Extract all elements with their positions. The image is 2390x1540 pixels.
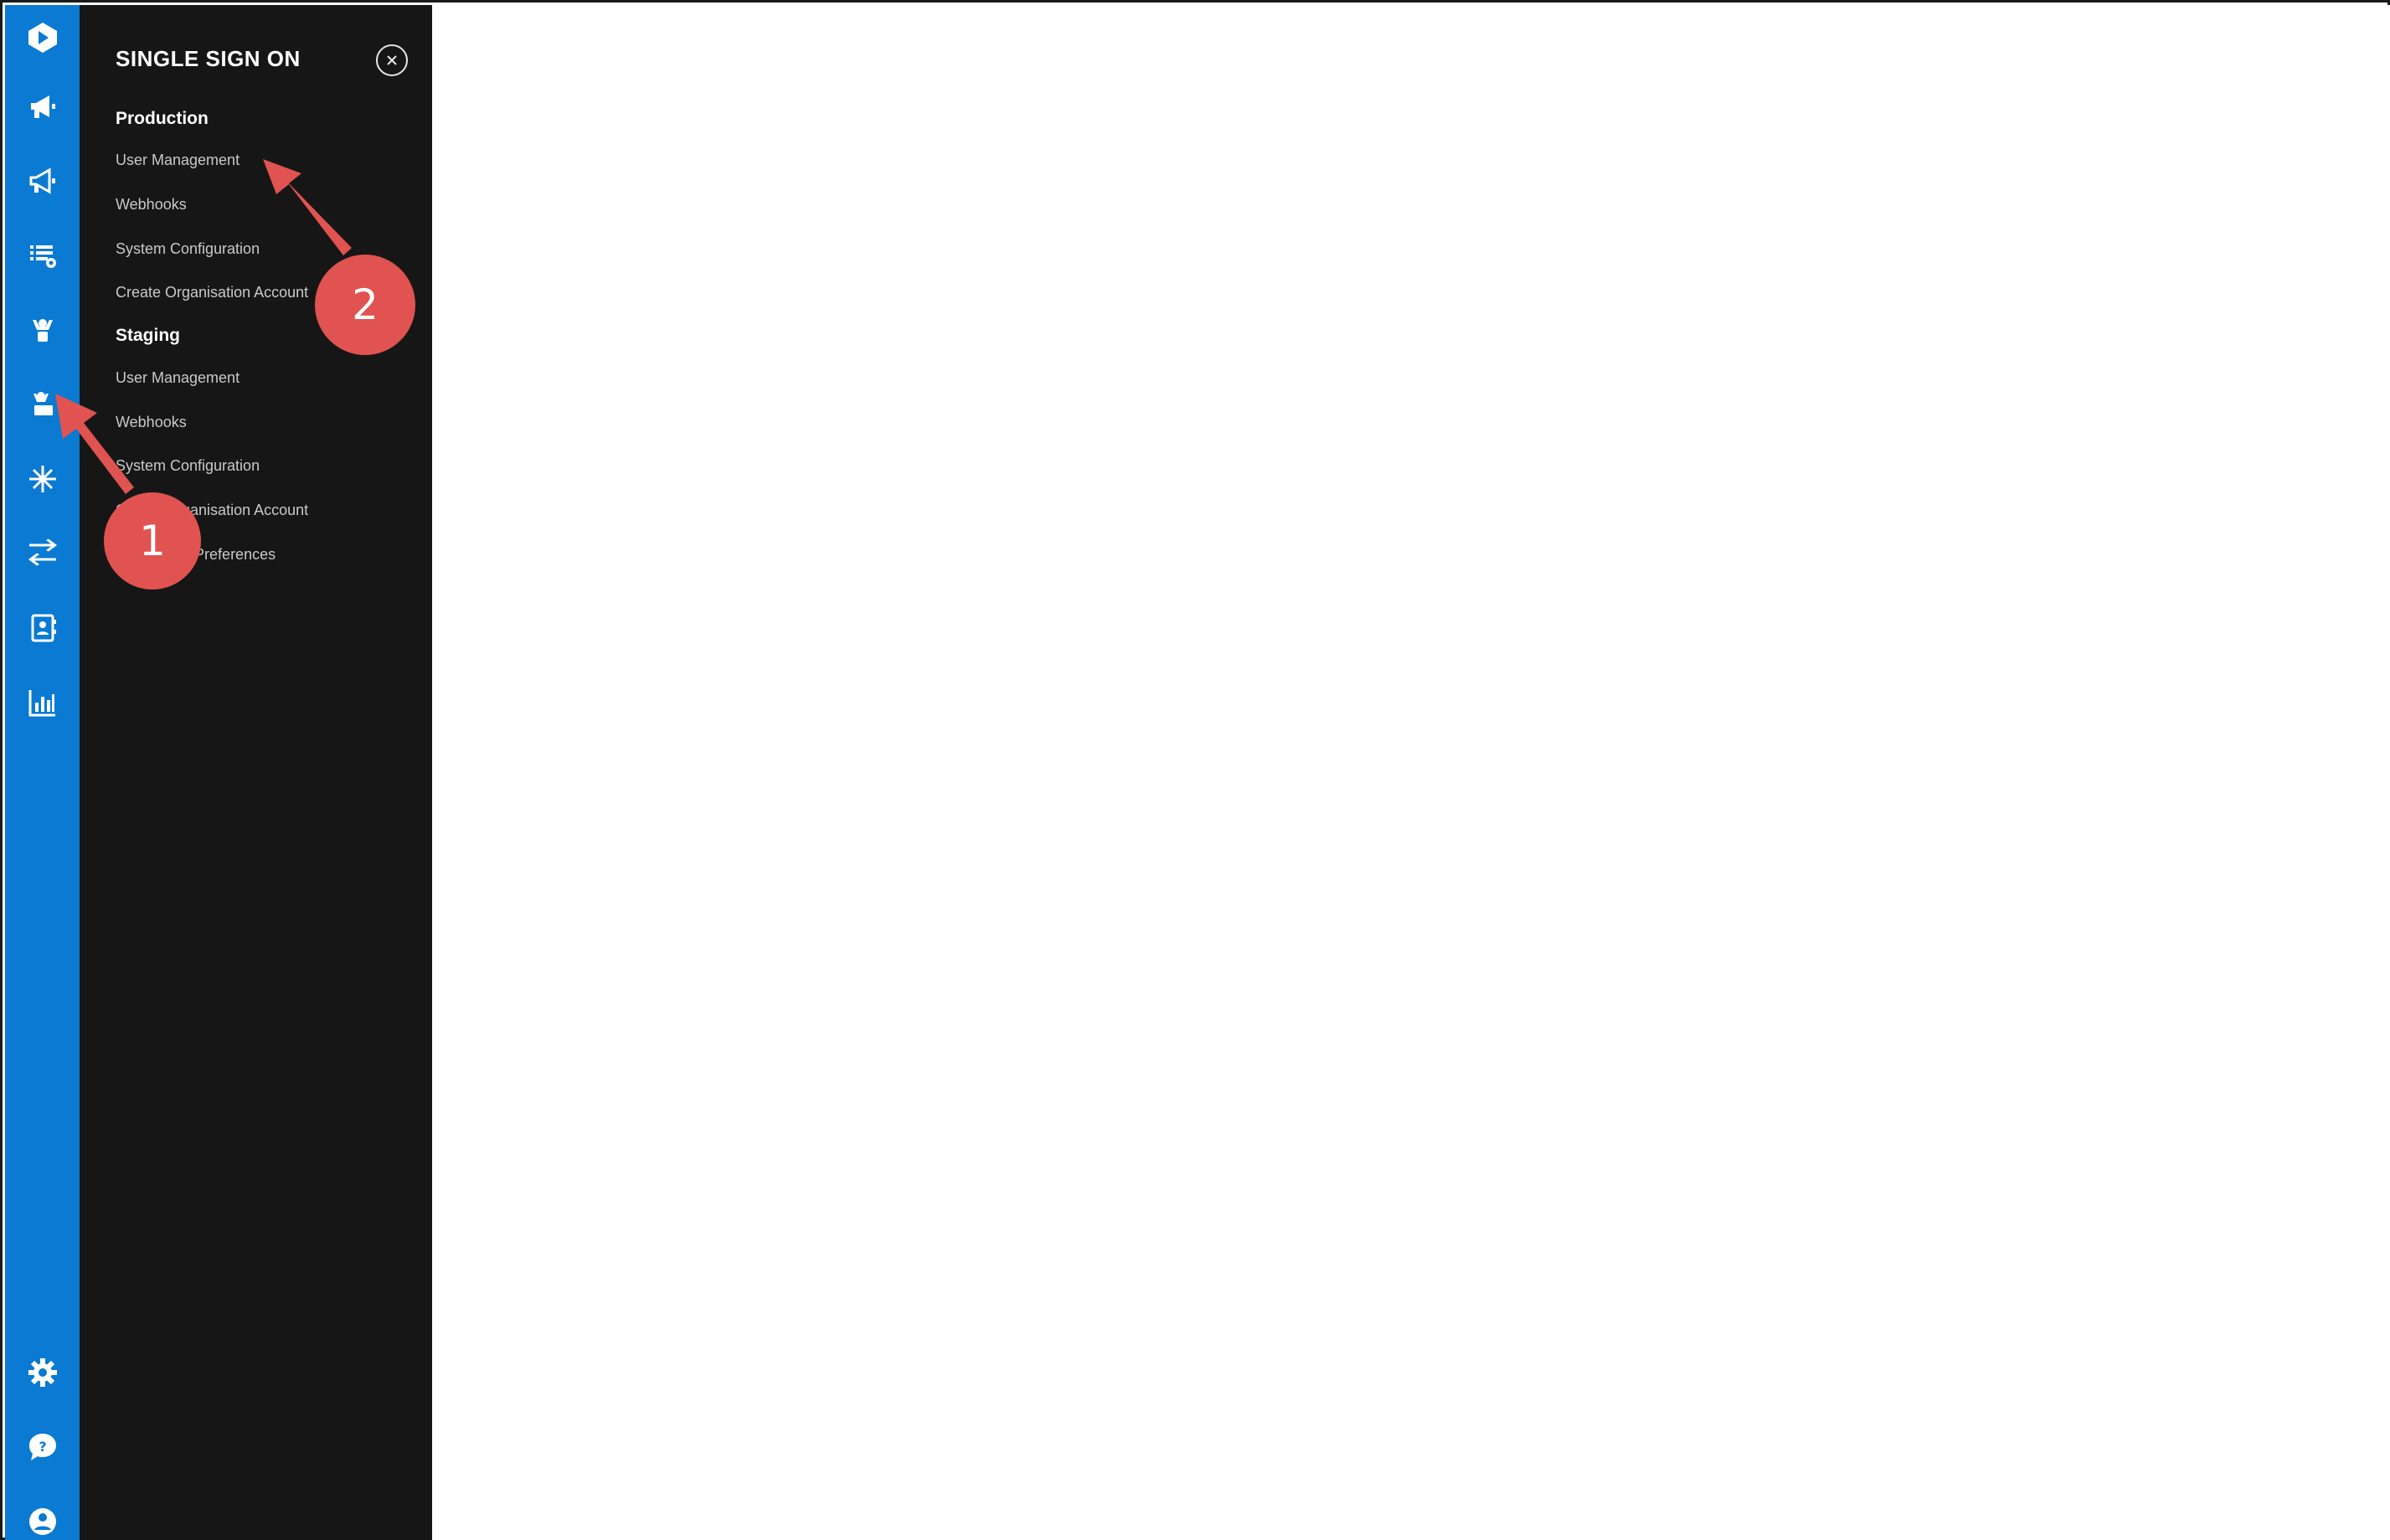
user-raised-hands-icon[interactable] bbox=[5, 301, 80, 359]
logo-icon[interactable] bbox=[5, 8, 80, 67]
close-icon bbox=[387, 55, 397, 65]
icon-rail: ? bbox=[5, 5, 80, 1540]
megaphone-outline-icon[interactable] bbox=[5, 152, 80, 210]
bar-chart-icon[interactable] bbox=[5, 673, 80, 732]
close-button[interactable] bbox=[376, 44, 408, 76]
help-bubble-icon[interactable]: ? bbox=[5, 1418, 80, 1476]
menu-item-production-webhooks[interactable]: Webhooks bbox=[116, 196, 187, 214]
contact-book-icon[interactable] bbox=[5, 599, 80, 657]
section-heading-staging: Staging bbox=[116, 326, 180, 345]
gear-icon[interactable] bbox=[5, 1343, 80, 1402]
callout-label-2: 2 bbox=[352, 281, 379, 329]
menu-item-staging-webhooks[interactable]: Webhooks bbox=[116, 414, 187, 431]
list-settings-icon[interactable] bbox=[5, 226, 80, 285]
transfer-arrows-icon[interactable] bbox=[5, 524, 80, 583]
menu-item-staging-system-configuration[interactable]: System Configuration bbox=[116, 457, 260, 475]
sso-flyout-panel: SINGLE SIGN ON Production User Managemen… bbox=[80, 5, 432, 1540]
svg-text:?: ? bbox=[39, 1439, 46, 1455]
menu-item-production-system-configuration[interactable]: System Configuration bbox=[116, 240, 260, 258]
user-avatar-icon[interactable] bbox=[5, 1492, 80, 1540]
menu-item-production-create-organisation-account[interactable]: Create Organisation Account bbox=[116, 284, 308, 301]
snowflake-icon[interactable] bbox=[5, 450, 80, 508]
megaphone-icon[interactable] bbox=[5, 77, 80, 136]
menu-item-production-user-management[interactable]: User Management bbox=[116, 152, 240, 169]
panel-title: SINGLE SIGN ON bbox=[116, 46, 301, 71]
user-laptop-icon[interactable] bbox=[5, 375, 80, 434]
section-heading-production: Production bbox=[116, 109, 209, 128]
screenshot-frame: ? SINGLE SIGN ON Production User Managem… bbox=[0, 0, 2390, 1540]
menu-item-staging-user-management[interactable]: User Management bbox=[116, 369, 240, 387]
main-content-area bbox=[432, 5, 2390, 1540]
callout-label-1: 1 bbox=[139, 517, 166, 565]
